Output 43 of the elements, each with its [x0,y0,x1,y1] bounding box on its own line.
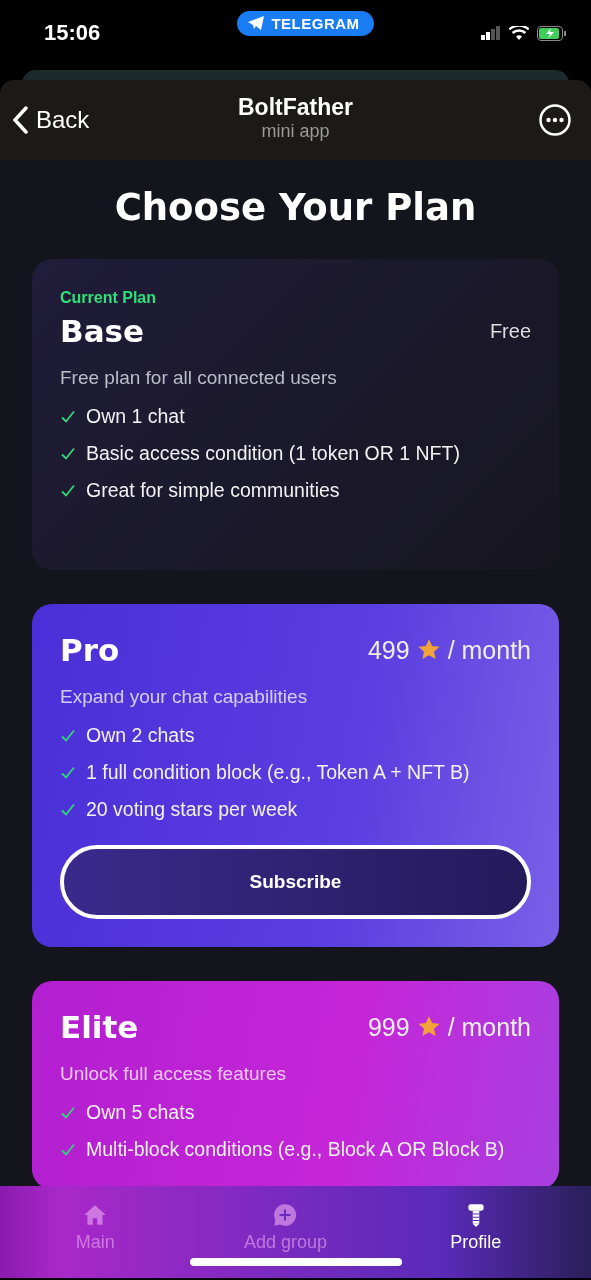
tab-item[interactable]: Profile [380,1202,571,1253]
more-icon[interactable] [539,104,571,136]
telegram-pill[interactable]: TELEGRAM [237,10,374,36]
price-period: / month [447,1012,531,1042]
check-icon [60,1141,76,1158]
wifi-icon [509,25,529,41]
feature-text: Multi-block conditions (e.g., Block A OR Block B) [86,1138,505,1161]
feature-text: Own 5 chats [86,1101,195,1124]
price-period: / month [447,635,531,665]
paper-plane-icon [247,15,266,31]
subscribe-button[interactable]: Subscribe [60,845,531,919]
battery-icon [537,25,567,41]
signal-icon [481,26,501,40]
plan-description: Unlock full access features [60,1063,287,1085]
check-icon [60,445,76,462]
chat-plus-icon [272,1202,299,1228]
plan-description: Expand your chat capabilities [60,686,309,708]
check-icon [60,408,76,425]
check-icon [60,482,76,499]
check-icon [60,764,76,781]
price-amount: 499 [367,635,410,665]
feature-text: Own 2 chats [86,724,195,747]
current-plan-label: Current Plan [60,289,157,307]
plan-name: Elite [60,1009,139,1045]
back-button[interactable]: Back [12,106,90,134]
chevron-left-icon [12,106,28,134]
feature-text: Basic access condition (1 token OR 1 NFT) [86,442,460,465]
price-label: Free [489,319,531,343]
feature-text: 1 full condition block (e.g., Token A + NFT B) [86,761,470,784]
check-icon [60,727,76,744]
app-subtitle: mini app [261,121,330,142]
page-title: Choose Your Plan [113,186,478,229]
plan-name: Pro [60,632,120,668]
check-icon [60,801,76,818]
app-title: BoltFather [238,94,353,121]
feature-text: Great for simple communities [86,479,340,502]
clock-time: 15:06 [44,20,102,46]
check-icon [60,1104,76,1121]
feature-text: 20 voting stars per week [86,798,298,821]
feature-text: Own 1 chat [86,405,185,428]
plan-description: Free plan for all connected users [60,367,338,389]
plan-name: Base [60,313,145,349]
price-amount: 999 [367,1012,410,1042]
